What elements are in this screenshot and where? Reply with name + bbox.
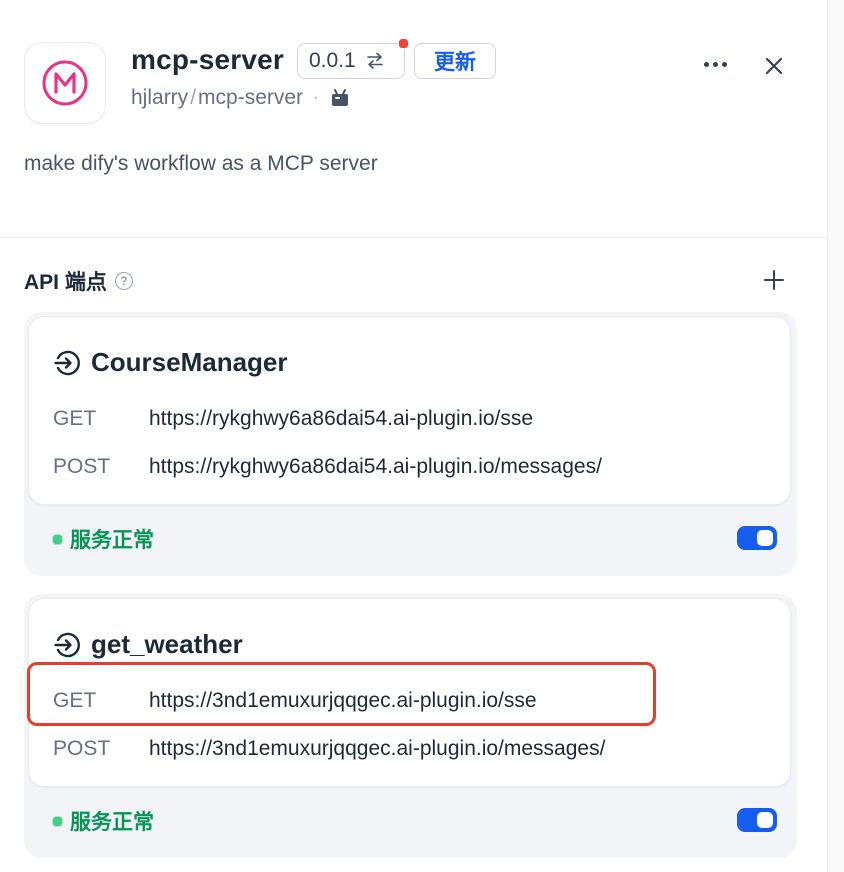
plugin-name: mcp-server [131,44,284,75]
repo-name[interactable]: mcp-server [198,86,303,110]
login-arrow-icon [54,632,80,657]
http-method: POST [53,737,111,760]
close-icon[interactable] [763,55,785,77]
status-dot [52,815,63,827]
endpoints-title-label: API 端点 [24,271,107,294]
endpoints-section-title: API 端点 ? [24,266,133,296]
switch-arrows-icon [366,53,383,69]
login-arrow-icon [54,350,80,375]
endpoint-card: CourseManager GET https://rykghwy6a86dai… [24,312,797,576]
endpoint-details: CourseManager GET https://rykghwy6a86dai… [28,316,791,505]
endpoint-enable-toggle[interactable] [737,526,777,550]
author-name[interactable]: hjlarry [131,86,188,110]
source-package-icon [332,89,349,106]
plugin-logo [24,42,106,124]
endpoint-url[interactable]: https://rykghwy6a86dai54.ai-plugin.io/ss… [149,407,533,431]
annotation-highlight-box [27,662,656,726]
version-switcher[interactable]: 0.0.1 [297,39,408,79]
status-text: 服务正常 [70,529,154,552]
add-endpoint-icon[interactable] [763,269,785,291]
endpoint-title: get_weather [53,629,243,660]
endpoint-url-row[interactable]: POST https://rykghwy6a86dai54.ai-plugin.… [53,455,602,479]
background-edge [829,0,844,872]
endpoint-card: get_weather GET https://3nd1emuxurjqqgec… [24,594,797,858]
toggle-knob [757,530,773,546]
toggle-knob [757,812,773,828]
endpoint-url-row[interactable]: GET https://rykghwy6a86dai54.ai-plugin.i… [53,407,533,431]
mcp-logo-icon [42,60,88,106]
breadcrumb-separator: / [190,86,197,109]
dot-separator: · [313,89,319,106]
status-text: 服务正常 [70,811,154,834]
help-icon[interactable]: ? [114,272,133,290]
plugin-detail-panel: mcp-server 0.0.1 更新 hjlarry / mcp-server… [0,0,828,872]
endpoint-name: CourseManager [91,347,288,377]
endpoint-enable-toggle[interactable] [737,808,777,832]
status-indicator: 服务正常 [52,524,154,554]
endpoint-title: CourseManager [53,347,288,378]
http-method: POST [53,455,111,478]
status-indicator: 服务正常 [52,806,154,836]
section-divider [0,237,828,238]
endpoint-url[interactable]: https://3nd1emuxurjqqgec.ai-plugin.io/me… [149,737,605,761]
update-button[interactable]: 更新 [414,43,496,79]
endpoint-name: get_weather [91,629,243,659]
plugin-description: make dify's workflow as a MCP server [24,152,378,175]
update-badge-dot [399,39,408,48]
author-breadcrumb: hjlarry / mcp-server · [131,86,350,110]
endpoint-url[interactable]: https://rykghwy6a86dai54.ai-plugin.io/me… [149,455,602,479]
http-method: GET [53,407,97,430]
more-options-icon[interactable] [704,62,727,67]
status-dot [52,533,63,545]
version-label: 0.0.1 [309,49,356,72]
endpoint-url-row[interactable]: POST https://3nd1emuxurjqqgec.ai-plugin.… [53,737,605,761]
